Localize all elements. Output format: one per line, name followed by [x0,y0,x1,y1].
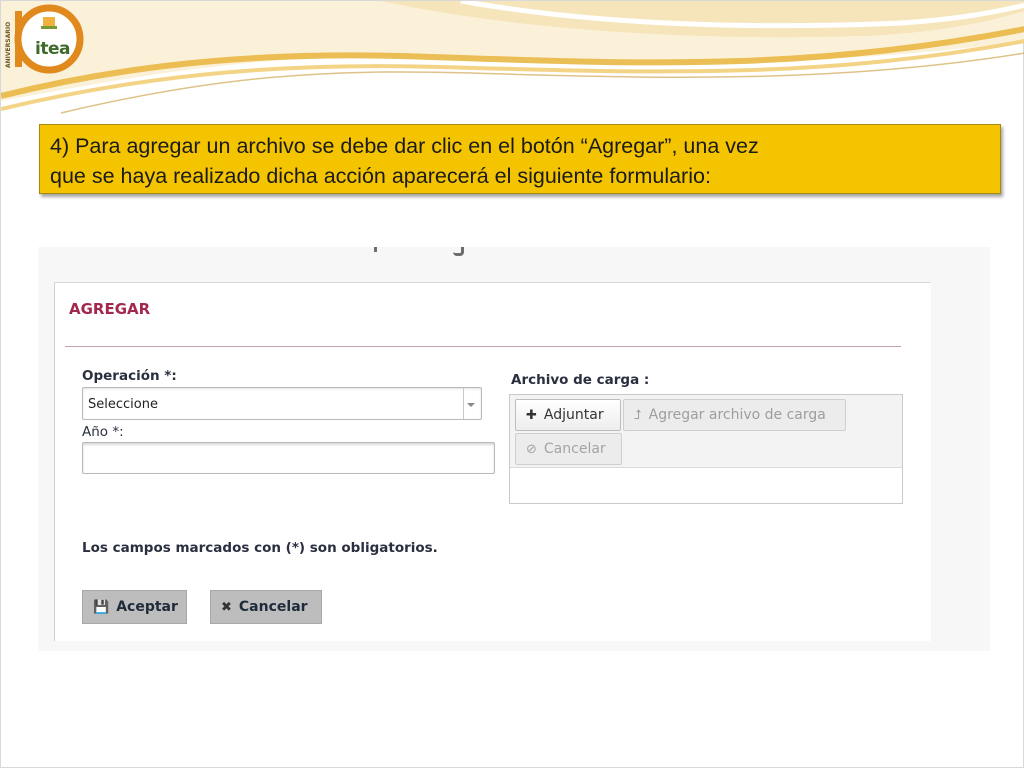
slide: itea ANIVERSARIO 4) Para agregar un arch… [0,0,1024,768]
adjuntar-label: Adjuntar [543,407,604,423]
required-fields-note: Los campos marcados con (*) son obligato… [82,540,438,556]
cancelar-button[interactable]: ✖ Cancelar [210,590,322,624]
upload-toolbar: ✚ Adjuntar ⮥ Agregar archivo de carga ⊘ … [510,395,902,468]
aceptar-button[interactable]: 💾 Aceptar [82,590,187,624]
agregar-form-panel: AGREGAR Operación *: Seleccione Año *: A… [54,282,931,641]
instruction-box: 4) Para agregar un archivo se debe dar c… [39,124,1001,194]
upload-arrow-icon: ⮥ [634,407,642,423]
form-title: AGREGAR [69,300,151,318]
anio-input[interactable] [82,442,495,474]
operacion-selected-value: Seleccione [88,397,158,412]
operacion-label: Operación *: [82,368,177,384]
upload-cancel-label: Cancelar [543,441,606,457]
archivo-carga-label: Archivo de carga : [511,372,650,388]
anio-label: Año *: [82,424,124,440]
agregar-archivo-label: Agregar archivo de carga [648,407,826,423]
cancel-circle-icon: ⊘ [526,441,537,457]
cancelar-label: Cancelar [238,599,308,615]
adjuntar-button[interactable]: ✚ Adjuntar [515,399,621,431]
plus-icon: ✚ [526,407,537,423]
instruction-line-2: que se haya realizado dicha acción apare… [50,164,711,188]
operacion-select[interactable]: Seleccione [82,387,482,420]
aceptar-label: Aceptar [116,599,178,615]
header-decoration [1,1,1024,114]
logo-text: itea [35,39,70,59]
instruction-line-1: 4) Para agregar un archivo se debe dar c… [50,134,759,158]
file-upload-widget: ✚ Adjuntar ⮥ Agregar archivo de carga ⊘ … [509,394,903,504]
save-disk-icon: 💾 [93,599,110,615]
close-x-icon: ✖ [221,599,232,615]
logo-side-text: ANIVERSARIO [5,21,12,69]
chevron-down-icon[interactable] [467,403,475,407]
title-divider [65,346,901,347]
cropped-text-remnant [338,247,538,261]
upload-cancel-button[interactable]: ⊘ Cancelar [515,433,622,465]
agregar-archivo-button[interactable]: ⮥ Agregar archivo de carga [623,399,846,431]
itea-logo: itea ANIVERSARIO [3,3,85,75]
